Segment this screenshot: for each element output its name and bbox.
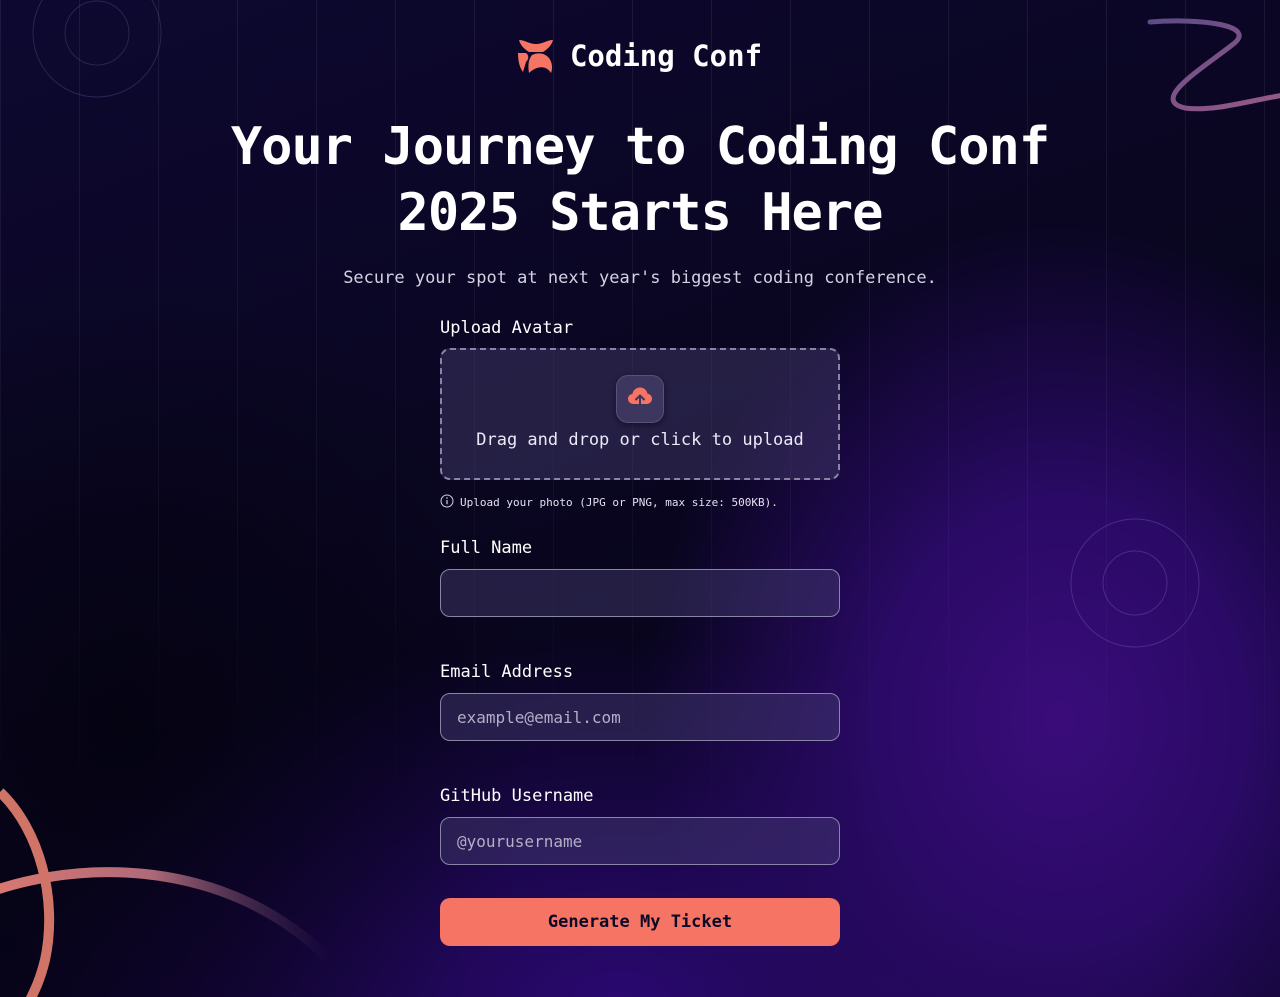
ticket-form: Upload Avatar Drag and drop or click to … <box>440 316 840 946</box>
brand-name: Coding Conf <box>569 39 763 73</box>
full-name-input[interactable] <box>440 569 840 617</box>
page-title: Your Journey to Coding Conf 2025 Starts … <box>140 114 1140 246</box>
github-label: GitHub Username <box>440 786 594 806</box>
github-group: GitHub Username <box>440 784 840 865</box>
avatar-hint: Upload your photo (JPG or PNG, max size:… <box>440 493 840 511</box>
email-label: Email Address <box>440 662 574 682</box>
generate-ticket-button[interactable]: Generate My Ticket <box>440 898 840 946</box>
upload-icon-box <box>616 375 664 423</box>
main-content: Coding Conf Your Journey to Coding Conf … <box>0 0 1280 997</box>
coding-conf-logo-icon <box>517 38 554 74</box>
avatar-label: Upload Avatar <box>440 318 574 338</box>
page-title-line-1: Your Journey to Coding Conf <box>230 117 1050 177</box>
page-subtitle: Secure your spot at next year's biggest … <box>343 268 937 288</box>
full-name-group: Full Name <box>440 536 840 617</box>
email-input[interactable] <box>440 693 840 741</box>
avatar-hint-text: Upload your photo (JPG or PNG, max size:… <box>460 495 778 509</box>
cloud-upload-icon <box>627 386 653 412</box>
full-name-label: Full Name <box>440 538 533 558</box>
info-icon <box>440 494 454 511</box>
avatar-dropzone[interactable]: Drag and drop or click to upload <box>440 348 840 480</box>
page-title-line-2: 2025 Starts Here <box>397 183 884 243</box>
dropzone-text: Drag and drop or click to upload <box>476 430 804 450</box>
email-group: Email Address <box>440 660 840 741</box>
github-username-input[interactable] <box>440 817 840 865</box>
brand-header: Coding Conf <box>0 38 1280 74</box>
